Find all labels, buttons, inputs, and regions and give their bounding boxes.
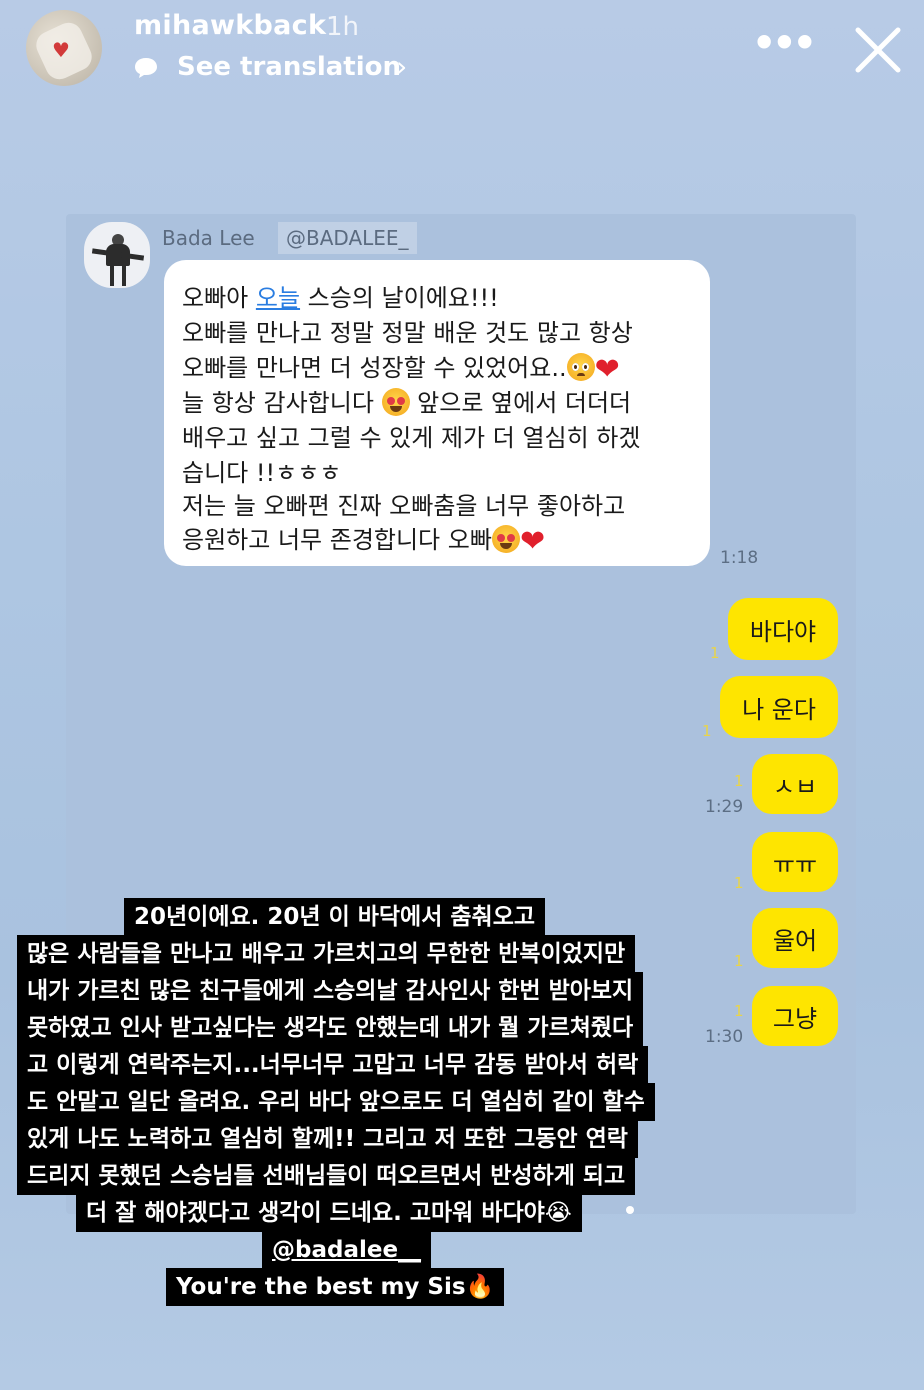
read-count: 1 xyxy=(710,644,720,662)
message-link[interactable]: 오늘 xyxy=(256,284,300,312)
message-line: 늘 항상 감사합니다 앞으로 옆에서 더더더 xyxy=(182,388,632,417)
story-time: 1h xyxy=(326,12,360,42)
message-line: 오빠를 만나고 정말 정말 배운 것도 많고 항상 xyxy=(182,319,633,347)
reply-bubble: 울어 xyxy=(752,908,838,968)
heart-eyes-face-icon xyxy=(381,388,410,416)
reply-bubble: 그냥 xyxy=(752,986,838,1046)
chevron-right-icon[interactable]: › xyxy=(396,50,407,83)
caption-closing: You're the best my Sis🔥 xyxy=(166,1268,505,1306)
story-username[interactable]: mihawkback xyxy=(134,10,326,41)
heart-icon: ♥ xyxy=(52,38,70,62)
caption-mention[interactable]: @badalee__ xyxy=(262,1231,432,1269)
pleading-face-icon xyxy=(566,353,595,381)
read-count: 1 xyxy=(734,772,744,790)
friend-avatar xyxy=(84,222,150,288)
reply-bubble: ㅠㅠ xyxy=(752,832,838,892)
reply-time: 1:30 xyxy=(705,1027,744,1047)
see-translation-link[interactable]: See translation xyxy=(177,52,401,82)
message-line: 응원하고 너무 존경합니다 오빠 ❤ xyxy=(182,524,546,559)
more-options-button[interactable]: ••• xyxy=(752,24,817,68)
read-count: 1 xyxy=(734,1002,744,1020)
friend-message-bubble: 오빠아 오늘 스승의 날이에요!!! 오빠를 만나고 정말 정말 배운 것도 많… xyxy=(164,260,710,566)
read-count: 1 xyxy=(734,952,744,970)
translate-bubble-icon[interactable] xyxy=(133,56,159,80)
reply-bubble: ㅅㅂ xyxy=(752,754,838,814)
reply-time: 1:29 xyxy=(705,797,744,817)
friend-handle-tag[interactable]: @BADALEE_ xyxy=(278,222,417,254)
decor-dot xyxy=(626,1206,634,1214)
red-heart-icon: ❤ xyxy=(594,352,620,387)
heart-eyes-face-icon xyxy=(491,525,520,553)
close-icon[interactable] xyxy=(848,20,908,80)
profile-avatar[interactable]: ♥ xyxy=(26,10,102,86)
reply-bubble: 바다야 xyxy=(728,598,838,660)
message-line: 배우고 싶고 그럴 수 있게 제가 더 열심히 하겠 xyxy=(182,424,641,452)
message-time: 1:18 xyxy=(720,548,759,568)
message-line: 오빠아 오늘 스승의 날이에요!!! xyxy=(182,284,499,312)
story-header: ♥ mihawkback 1h See translation › ••• xyxy=(0,0,924,110)
read-count: 1 xyxy=(702,722,712,740)
read-count: 1 xyxy=(734,874,744,892)
message-line: 저는 늘 오빠편 진짜 오빠춤을 너무 좋아하고 xyxy=(182,492,626,520)
red-heart-icon: ❤ xyxy=(519,524,546,559)
friend-name: Bada Lee xyxy=(162,226,255,250)
reply-bubble: 나 운다 xyxy=(720,676,838,738)
message-line: 오빠를 만나면 더 성장할 수 있었어요.. ❤ xyxy=(182,352,620,387)
message-line: 습니다 !!ㅎㅎㅎ xyxy=(182,459,342,487)
